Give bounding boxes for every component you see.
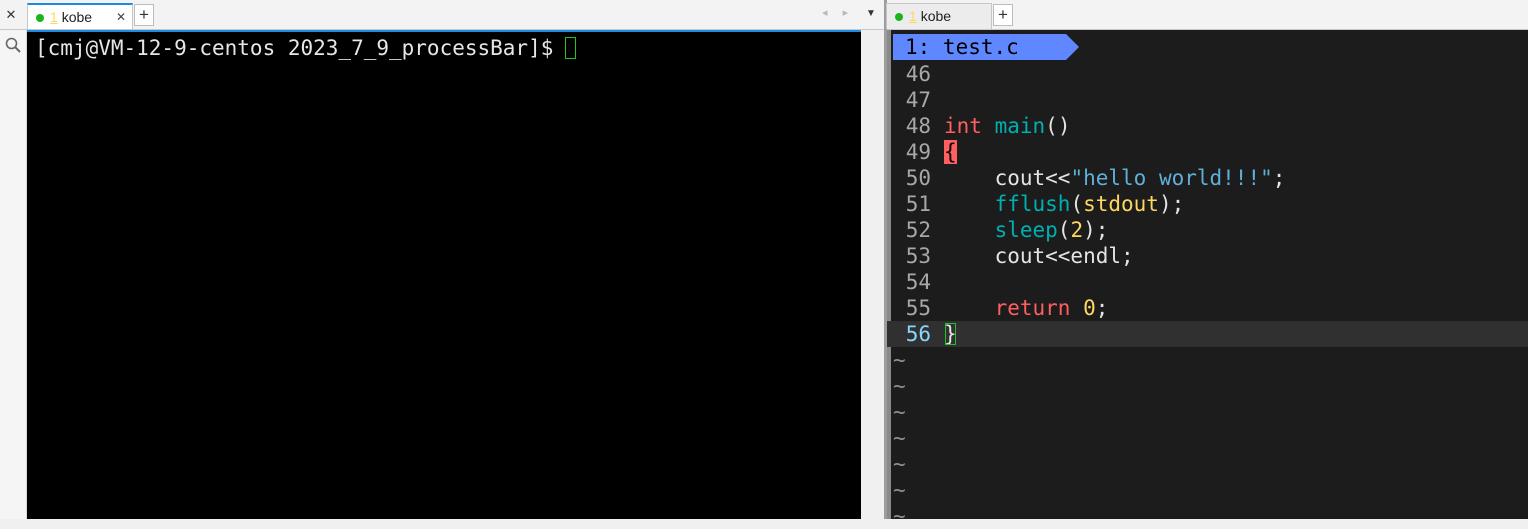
line-number: 52 bbox=[905, 218, 931, 242]
tab-number: 1 bbox=[909, 8, 917, 24]
new-tab-button[interactable]: + bbox=[993, 4, 1013, 26]
line-number: 53 bbox=[905, 244, 931, 268]
code-line[interactable]: 53 cout<<endl; bbox=[887, 243, 1528, 269]
vim-tab-label[interactable]: 1: test.c bbox=[893, 34, 1066, 60]
line-number: 47 bbox=[905, 88, 931, 112]
code-line[interactable]: 50 cout<<"hello world!!!"; bbox=[887, 165, 1528, 191]
terminal-cursor bbox=[565, 37, 577, 59]
empty-line-tilde: ~ bbox=[893, 400, 906, 424]
empty-line-tilde: ~ bbox=[893, 504, 906, 528]
code-text: cout<<endl; bbox=[944, 244, 1134, 268]
code-line[interactable]: 54 bbox=[887, 269, 1528, 295]
line-number: 51 bbox=[905, 192, 931, 216]
code-text: cout<<"hello world!!!"; bbox=[944, 166, 1286, 190]
empty-line-tilde: ~ bbox=[893, 348, 906, 372]
code-text: fflush(stdout); bbox=[994, 192, 1185, 216]
new-tab-button[interactable]: + bbox=[134, 4, 154, 26]
connection-status-icon bbox=[895, 13, 903, 21]
tab-kobe-left[interactable]: 1 kobe ✕ bbox=[27, 3, 133, 29]
tab-close-icon[interactable]: ✕ bbox=[116, 5, 126, 30]
line-number: 55 bbox=[905, 296, 931, 320]
tab-number: 1 bbox=[50, 9, 58, 25]
tab-title: kobe bbox=[920, 8, 952, 24]
code-text: { bbox=[944, 140, 957, 164]
line-number: 56 bbox=[905, 322, 931, 346]
code-text: sleep(2); bbox=[994, 218, 1109, 242]
empty-line-tilde: ~ bbox=[893, 478, 906, 502]
left-sidebar bbox=[0, 30, 27, 519]
terminal-prompt: [cmj@VM-12-9-centos 2023_7_9_processBar]… bbox=[35, 36, 577, 60]
code-text: } bbox=[944, 322, 957, 346]
tabline-arrow-icon bbox=[1066, 34, 1079, 60]
code-text: int main() bbox=[944, 114, 1071, 138]
empty-line-tilde: ~ bbox=[893, 426, 906, 450]
line-number: 54 bbox=[905, 270, 931, 294]
code-line[interactable]: 49 { bbox=[887, 139, 1528, 165]
code-line[interactable]: 51 fflush(stdout); bbox=[887, 191, 1528, 217]
code-line[interactable]: 46 bbox=[887, 61, 1528, 87]
line-number: 46 bbox=[905, 62, 931, 86]
code-line[interactable]: 48 int main() bbox=[887, 113, 1528, 139]
code-line[interactable]: 55 return 0; bbox=[887, 295, 1528, 321]
code-line[interactable]: 52 sleep(2); bbox=[887, 217, 1528, 243]
line-number: 50 bbox=[905, 166, 931, 190]
tab-kobe-right[interactable]: 1 kobe bbox=[886, 3, 992, 29]
prompt-text: [cmj@VM-12-9-centos 2023_7_9_processBar]… bbox=[35, 36, 554, 60]
empty-line-tilde: ~ bbox=[893, 452, 906, 476]
terminal-scrollbar[interactable] bbox=[861, 30, 884, 519]
code-line[interactable]: 56} bbox=[887, 321, 1528, 347]
tab-title: kobe bbox=[61, 9, 93, 25]
line-number: 49 bbox=[905, 140, 931, 164]
connection-status-icon bbox=[36, 14, 44, 22]
vim-editor[interactable]: 1: test.c 46 47 48 int main() 49 {50 cout<<"h… bbox=[887, 30, 1528, 528]
search-icon[interactable] bbox=[4, 36, 22, 54]
code-line[interactable]: 47 bbox=[887, 87, 1528, 113]
tab-list-dropdown-icon[interactable]: ▼ bbox=[866, 8, 876, 19]
empty-line-tilde: ~ bbox=[893, 374, 906, 398]
terminal-pane[interactable]: [cmj@VM-12-9-centos 2023_7_9_processBar]… bbox=[27, 30, 861, 519]
code-text: return 0; bbox=[994, 296, 1109, 320]
line-number: 48 bbox=[905, 114, 931, 138]
close-pane-icon[interactable]: ✕ bbox=[0, 4, 22, 26]
tab-scroll-arrows-icon[interactable]: ◂ ▸ bbox=[822, 6, 854, 19]
